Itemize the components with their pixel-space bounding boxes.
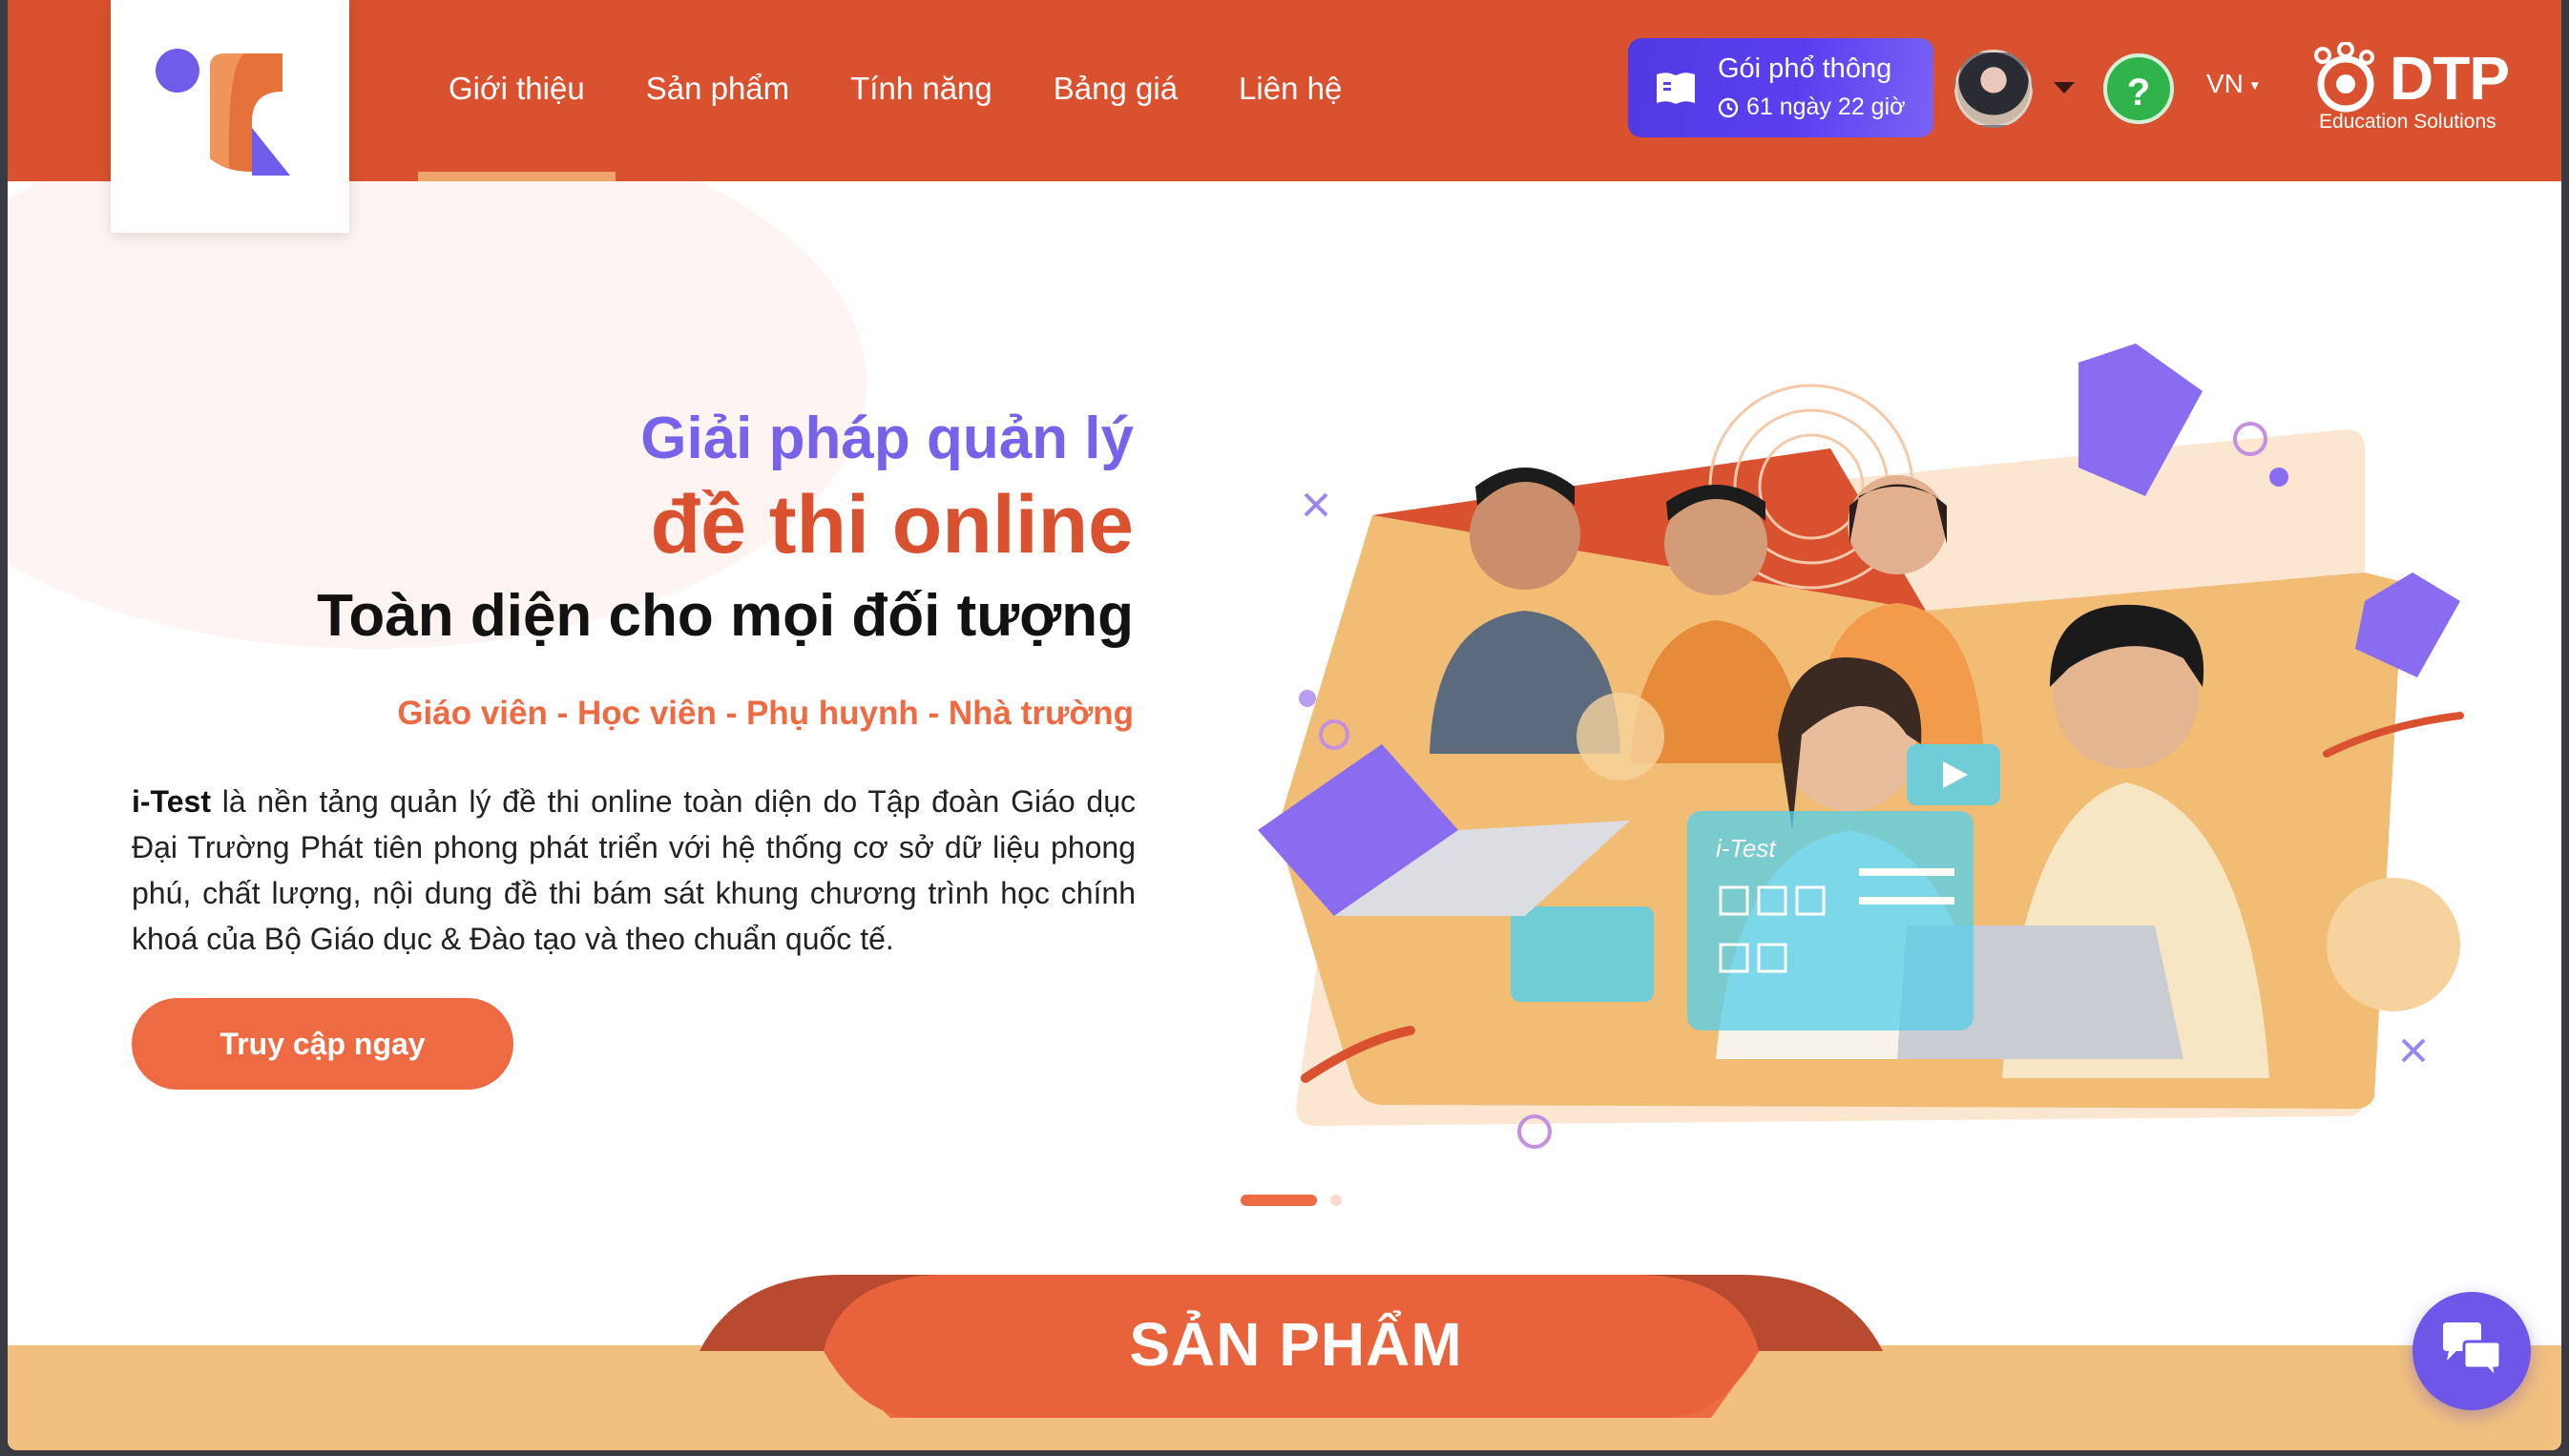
language-select[interactable]: VN ▾ (2206, 69, 2259, 99)
carousel-dots (1241, 1195, 1342, 1206)
language-caret-icon: ▾ (2250, 77, 2259, 94)
nav-item-tinh-nang[interactable]: Tính năng (820, 0, 1023, 181)
plan-remaining-text: 61 ngày 22 giờ (1746, 94, 1906, 120)
user-avatar[interactable] (1954, 50, 2033, 128)
carousel-dot-2[interactable] (1330, 1195, 1342, 1206)
carousel-dot-1[interactable] (1241, 1195, 1317, 1206)
access-now-button[interactable]: Truy cập ngay (132, 998, 513, 1090)
chat-bubbles-icon (2443, 1322, 2502, 1383)
language-value: VN (2206, 69, 2244, 98)
plan-name: Gói phổ thông (1718, 53, 1892, 84)
clock-icon (1718, 97, 1739, 117)
caret-down-icon[interactable] (2054, 82, 2075, 94)
dtp-tagline: Education Solutions (2319, 111, 2496, 133)
main-nav: Giới thiệu Sản phẩm Tính năng Bảng giá L… (418, 0, 1372, 181)
hero-title-line1: Giải pháp quản lý (640, 406, 1134, 471)
nav-item-lien-he[interactable]: Liên hệ (1208, 0, 1372, 181)
hero-title-line2: đề thi online (650, 479, 1134, 571)
hero-description-text: là nền tảng quản lý đề thi online toàn d… (132, 784, 1136, 956)
itest-logo-icon (156, 49, 290, 176)
app-frame: Giới thiệu Sản phẩm Tính năng Bảng giá L… (8, 0, 2561, 1450)
top-header: Giới thiệu Sản phẩm Tính năng Bảng giá L… (8, 0, 2561, 181)
dtp-wordmark: DTP (2390, 44, 2510, 113)
dtp-mark-icon (2314, 42, 2374, 113)
itest-panel: i-Test (1687, 811, 1974, 1030)
plan-button[interactable]: Gói phổ thông 61 ngày 22 giờ (1628, 38, 1933, 137)
hero-description-brand: i-Test (132, 784, 211, 819)
hero-audience: Giáo viên - Học viên - Phụ huynh - Nhà t… (397, 695, 1134, 732)
itest-logo[interactable] (111, 0, 349, 233)
hero-description: i-Test là nền tảng quản lý đề thi online… (132, 779, 1136, 962)
nav-item-gioi-thieu[interactable]: Giới thiệu (418, 0, 616, 181)
hero-illustration: i-Test (1258, 343, 2464, 1149)
nav-item-san-pham[interactable]: Sản phẩm (616, 0, 820, 181)
chat-button[interactable] (2412, 1292, 2531, 1410)
hero-heading: Giải pháp quản lý đề thi online Toàn diệ… (132, 401, 1134, 733)
book-icon (1657, 73, 1695, 104)
help-icon[interactable]: ? (2103, 53, 2174, 124)
nav-item-bang-gia[interactable]: Bảng giá (1023, 0, 1208, 181)
hero-title-line3: Toàn diện cho mọi đối tượng (317, 583, 1134, 649)
plan-remaining: 61 ngày 22 giờ (1718, 94, 1906, 121)
products-section-title: SẢN PHẨM (1129, 1310, 1463, 1379)
itest-panel-label: i-Test (1716, 834, 1777, 863)
